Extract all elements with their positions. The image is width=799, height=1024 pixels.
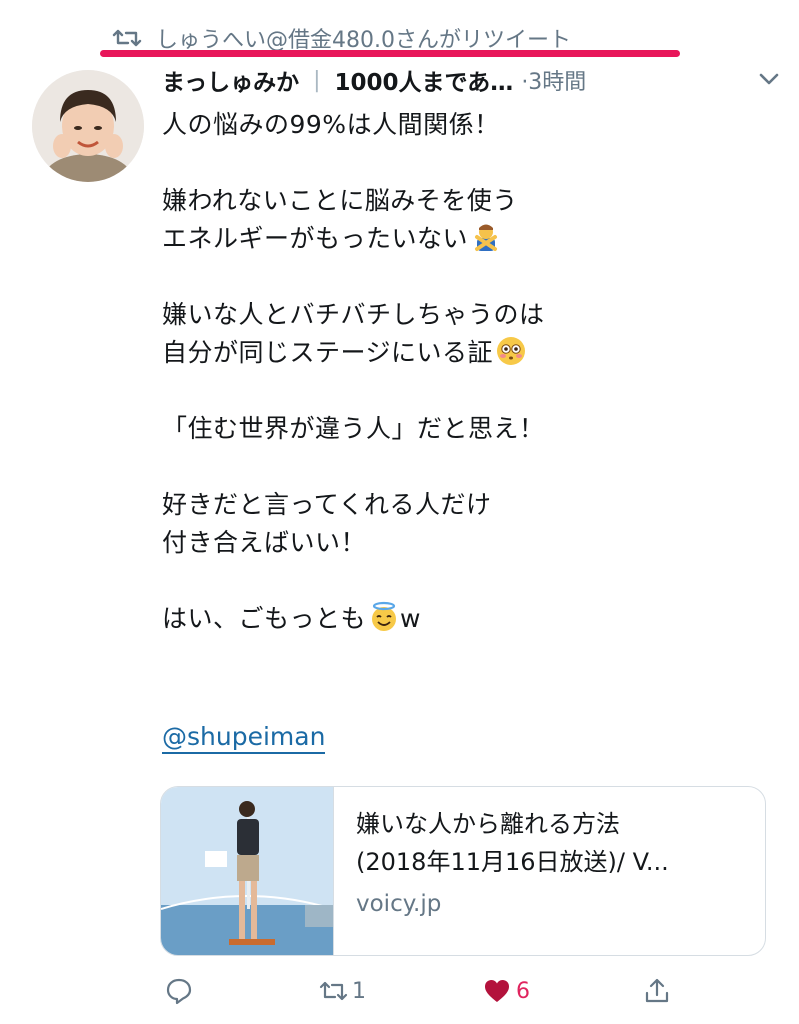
mention-link[interactable]: @shupeiman bbox=[162, 722, 326, 754]
like-count: 6 bbox=[516, 978, 530, 1004]
tweet-line: はい、ごもっとも w bbox=[162, 600, 762, 638]
user-bio-truncated[interactable]: 1000人まであ… bbox=[335, 63, 514, 97]
link-card[interactable]: 嫌いな人から離れる方法 (2018年11月16日放送)/ V... voicy.… bbox=[160, 786, 766, 956]
display-name[interactable]: まっしゅみか bbox=[162, 63, 299, 97]
card-subtitle: (2018年11月16日放送)/ V... bbox=[356, 848, 669, 876]
retweet-icon bbox=[112, 29, 142, 47]
card-domain: voicy.jp bbox=[356, 891, 442, 917]
highlight-underline bbox=[100, 50, 680, 57]
person-gesturing-no-emoji-icon bbox=[475, 224, 498, 251]
tweet-text: 人の悩みの99%は人間関係！ 嫌われないことに脳みそを使う エネルギーがもったい… bbox=[162, 106, 762, 638]
share-button[interactable] bbox=[642, 976, 672, 1006]
chevron-down-icon[interactable] bbox=[756, 66, 782, 92]
tweet-actions: 1 6 bbox=[160, 976, 700, 1020]
like-button[interactable]: 6 bbox=[482, 976, 530, 1006]
tweet-line: 人の悩みの99%は人間関係！ bbox=[162, 110, 500, 139]
tweet-line: 好きだと言ってくれる人だけ bbox=[162, 490, 492, 519]
reply-icon bbox=[166, 978, 192, 1005]
avatar-image bbox=[32, 70, 144, 182]
header-separator: | bbox=[313, 67, 321, 93]
card-title: 嫌いな人から離れる方法 bbox=[356, 810, 620, 838]
share-icon bbox=[645, 978, 669, 1003]
retweet-count: 1 bbox=[352, 978, 366, 1004]
tweet-header: まっしゅみか | 1000人まであ… ·3時間 bbox=[162, 60, 782, 100]
tweet-line: 「住む世界が違う人」だと思え！ bbox=[162, 414, 545, 443]
tweet-line: エネルギーがもったいない bbox=[162, 220, 762, 258]
smiling-face-with-halo-emoji-icon bbox=[372, 601, 397, 631]
reply-button[interactable] bbox=[164, 976, 198, 1006]
tweet-line: 嫌いな人とバチバチしちゃうのは bbox=[162, 300, 545, 329]
avatar[interactable] bbox=[32, 70, 144, 182]
heart-icon bbox=[485, 980, 509, 1002]
card-thumbnail bbox=[161, 787, 334, 955]
tweet-line: 付き合えばいい！ bbox=[162, 528, 367, 557]
retweet-icon bbox=[319, 981, 348, 1001]
tweet-line: 嫌われないことに脳みそを使う bbox=[162, 186, 518, 215]
retweet-button[interactable]: 1 bbox=[318, 976, 366, 1006]
flushed-face-emoji-icon bbox=[497, 337, 526, 365]
tweet-line: 自分が同じステージにいる証 bbox=[162, 334, 762, 372]
tweet-time[interactable]: ·3時間 bbox=[521, 64, 586, 96]
